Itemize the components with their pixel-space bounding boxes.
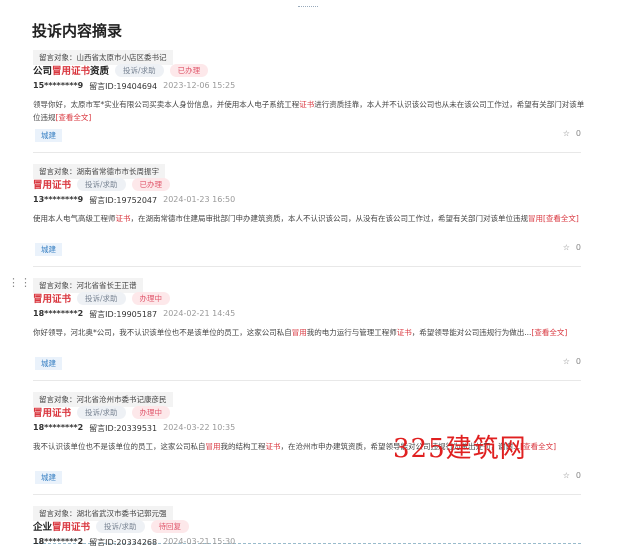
complaint-summary: 领导你好，太原市军*实业有限公司买卖本人身份信息，并使用本人电子系统工程证书进行… (33, 100, 585, 122)
star-icon: ☆ (562, 471, 570, 480)
message-id: 留言ID:19404694 (89, 82, 158, 91)
complaint-card[interactable]: 留言对象：湖南省常德市市长周振宇 冒用证书 投诉/求助 已办理 13******… (33, 159, 581, 267)
star-icon: ☆ (562, 129, 570, 138)
status-badge: 待回复 (150, 519, 190, 533)
status-badge: 办理中 (131, 291, 171, 305)
timestamp: 2024-03-22 10:35 (163, 423, 236, 432)
like-button[interactable]: ☆ 0 (563, 357, 581, 366)
view-full-link[interactable]: [查看全文] (543, 214, 579, 223)
category-tag[interactable]: 城建 (35, 471, 62, 484)
category-tag[interactable]: 城建 (35, 129, 62, 142)
view-full-link[interactable]: [查看全文] (531, 328, 567, 337)
message-id: 留言ID:20339531 (89, 424, 158, 433)
title-suffix: 资质 (90, 66, 110, 77)
top-indicator (298, 6, 318, 7)
star-icon: ☆ (562, 357, 570, 366)
drag-handle-icon[interactable]: ⋮⋮ (8, 277, 32, 288)
complaint-title[interactable]: 冒用证书 (33, 405, 71, 419)
type-tag: 投诉/求助 (77, 291, 126, 305)
title-highlight: 冒用证书 (33, 408, 72, 419)
category-tag[interactable]: 城建 (35, 357, 62, 370)
type-tag: 投诉/求助 (77, 405, 126, 419)
phone-number: 13********9 (33, 195, 84, 204)
type-tag: 投诉/求助 (115, 63, 164, 77)
type-tag: 投诉/求助 (96, 519, 145, 533)
site-watermark: 325建筑网 (393, 434, 527, 464)
like-count: 0 (575, 129, 581, 138)
title-highlight: 冒用证书 (52, 522, 91, 533)
timestamp: 2024-01-23 16:50 (163, 195, 236, 204)
complaint-title[interactable]: 冒用证书 (33, 177, 71, 191)
timestamp: 2023-12-06 15:25 (163, 81, 236, 90)
message-id: 留言ID:19905187 (89, 310, 158, 319)
like-button[interactable]: ☆ 0 (563, 243, 581, 252)
title-prefix: 公司 (33, 66, 53, 77)
status-badge: 办理中 (131, 405, 171, 419)
complaint-summary: 你好领导，河北奥*公司，我不认识该单位也不是该单位的员工，这家公司私自冒用我的电… (33, 328, 568, 337)
type-tag: 投诉/求助 (77, 177, 126, 191)
like-count: 0 (575, 471, 581, 480)
message-id: 留言ID:20334268 (89, 538, 158, 547)
complaint-list: 留言对象：山西省太原市小店区委书记 公司冒用证书资质 投诉/求助 已办理 15*… (33, 45, 584, 550)
complaint-card[interactable]: 留言对象：山西省太原市小店区委书记 公司冒用证书资质 投诉/求助 已办理 15*… (33, 45, 584, 153)
title-highlight: 冒用证书 (33, 180, 72, 191)
status-badge: 已办理 (131, 177, 171, 191)
complaint-card[interactable]: 留言对象：湖北省武汉市委书记郭元强 企业冒用证书 投诉/求助 待回复 18***… (33, 501, 581, 547)
message-id: 留言ID:19752047 (89, 196, 158, 205)
complaint-title[interactable]: 企业冒用证书 (33, 519, 90, 533)
like-button[interactable]: ☆ 0 (563, 129, 581, 138)
title-highlight: 冒用证书 (52, 66, 91, 77)
title-prefix: 企业 (33, 522, 53, 533)
status-badge: 已办理 (169, 63, 209, 77)
star-icon: ☆ (562, 243, 570, 252)
like-button[interactable]: ☆ 0 (563, 471, 581, 480)
like-count: 0 (575, 357, 581, 366)
phone-number: 18********2 (33, 309, 84, 318)
like-count: 0 (575, 243, 581, 252)
complaint-title[interactable]: 公司冒用证书资质 (33, 63, 109, 77)
complaint-title[interactable]: 冒用证书 (33, 291, 71, 305)
complaint-summary: 使用本人电气高级工程师证书，在湖南常德市住建局审批部门申办建筑资质，本人不认识该… (33, 214, 579, 223)
page-title: 投诉内容摘录 (32, 22, 123, 40)
phone-number: 15********9 (33, 81, 84, 90)
view-full-link[interactable]: [查看全文] (56, 113, 92, 122)
phone-number: 18********2 (33, 423, 84, 432)
timestamp: 2024-03-21 15:30 (163, 537, 236, 546)
title-highlight: 冒用证书 (33, 294, 72, 305)
category-tag[interactable]: 城建 (35, 243, 62, 256)
phone-number: 18********2 (33, 537, 84, 546)
complaint-card[interactable]: 留言对象：河北省省长王正谱 冒用证书 投诉/求助 办理中 18********2… (33, 273, 581, 381)
timestamp: 2024-02-21 14:45 (163, 309, 236, 318)
